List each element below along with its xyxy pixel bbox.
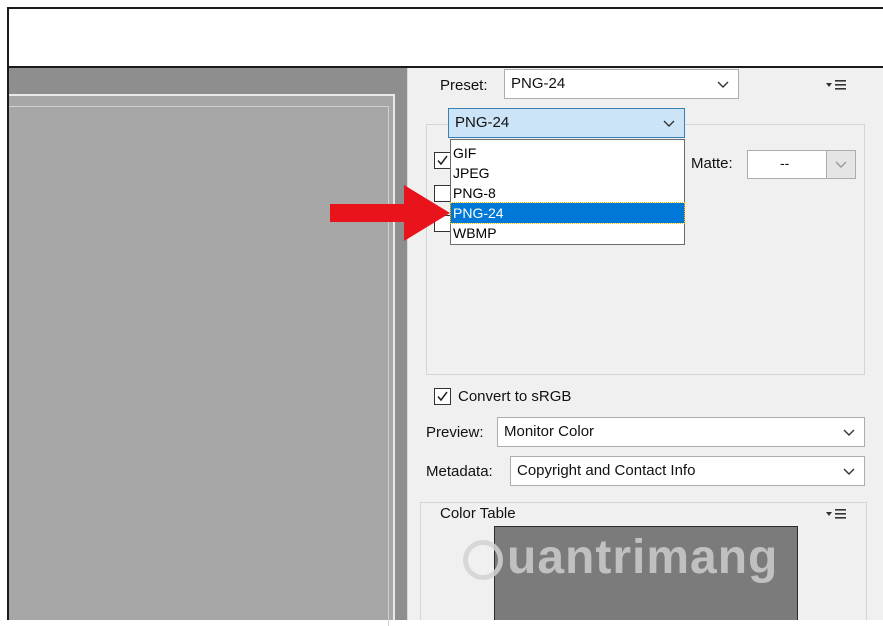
chevron-down-icon [835, 161, 847, 168]
format-option-jpeg[interactable]: JPEG [451, 163, 684, 183]
format-option-gif[interactable]: GIF [451, 143, 684, 163]
convert-srgb-checkbox[interactable] [434, 388, 451, 405]
metadata-value: Copyright and Contact Info [517, 462, 696, 479]
title-area [9, 9, 883, 68]
preview-select[interactable]: Monitor Color [497, 417, 865, 447]
file-format-select[interactable]: PNG-24 [448, 108, 685, 138]
chevron-down-icon [663, 120, 675, 127]
panel-menu-icon[interactable] [826, 507, 848, 519]
matte-label: Matte: [691, 155, 733, 172]
preview-label: Preview: [426, 424, 484, 441]
matte-value: -- [780, 155, 790, 171]
red-arrow-icon [330, 185, 450, 241]
preset-label: Preset: [440, 77, 488, 94]
metadata-select[interactable]: Copyright and Contact Info [510, 456, 865, 486]
matte-dropdown-button[interactable] [826, 151, 855, 178]
chevron-down-icon [843, 429, 855, 436]
color-table-title: Color Table [437, 505, 519, 522]
chevron-down-icon [843, 468, 855, 475]
preset-value: PNG-24 [511, 75, 566, 92]
image-canvas-inner [9, 106, 389, 626]
panel-menu-icon[interactable] [826, 78, 848, 90]
format-option-png8[interactable]: PNG-8 [451, 183, 684, 203]
file-format-value: PNG-24 [455, 114, 510, 131]
image-canvas [9, 94, 395, 626]
metadata-label: Metadata: [426, 463, 493, 480]
watermark-logo-icon [463, 540, 503, 580]
transparency-checkbox[interactable] [434, 152, 451, 169]
format-option-wbmp[interactable]: WBMP [451, 223, 684, 243]
chevron-down-icon [717, 81, 729, 88]
preview-value: Monitor Color [504, 423, 595, 440]
matte-select[interactable]: -- [747, 150, 856, 179]
watermark-text: uantrimang [507, 531, 779, 584]
format-option-png24[interactable]: PNG-24 [450, 202, 685, 224]
file-format-dropdown-list: GIF JPEG PNG-8 PNG-24 WBMP [450, 139, 685, 245]
preset-select[interactable]: PNG-24 [504, 69, 739, 99]
convert-srgb-label: Convert to sRGB [458, 388, 572, 405]
